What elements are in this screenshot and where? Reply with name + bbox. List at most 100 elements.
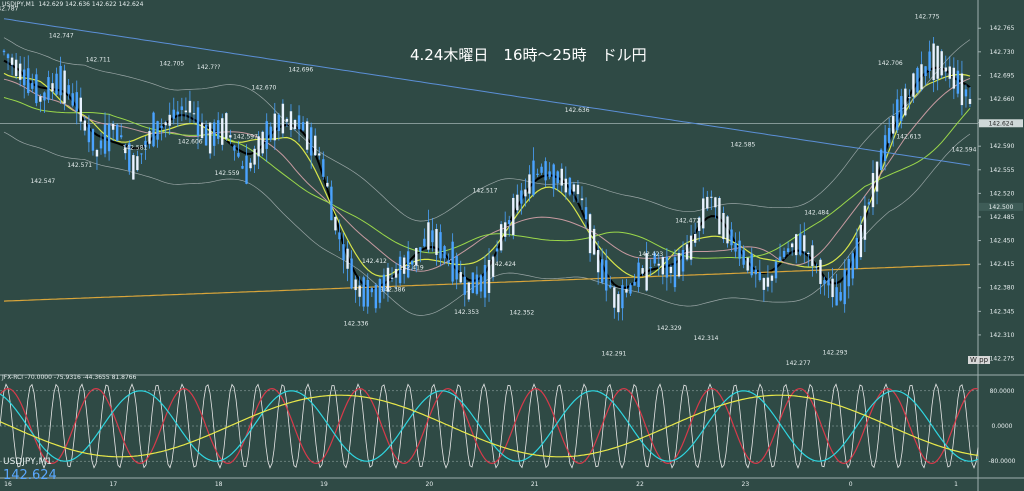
- candle-body: [305, 121, 309, 150]
- candle-body: [487, 259, 491, 293]
- candle-body: [27, 68, 30, 94]
- swing-price-label: 142.585: [731, 142, 756, 149]
- candle-body: [6, 54, 10, 59]
- candle-body: [928, 51, 931, 71]
- candle-body: [920, 64, 923, 90]
- candle-body: [912, 73, 915, 97]
- candle-body: [774, 261, 778, 279]
- candle-body: [350, 258, 353, 289]
- candle-body: [35, 74, 38, 104]
- candle-body: [770, 275, 774, 281]
- candle-body: [782, 250, 786, 258]
- candle-body: [738, 240, 741, 259]
- candle-body: [107, 123, 111, 152]
- candle-body: [742, 250, 745, 265]
- swing-price-label: 142.7??: [197, 64, 221, 71]
- candle-body: [875, 161, 879, 192]
- swing-price-label: 142.547: [30, 178, 55, 185]
- candle-body: [564, 178, 568, 193]
- bollinger-lower: [3, 131, 971, 316]
- candle-body: [718, 198, 721, 235]
- candle-body: [370, 288, 374, 293]
- swing-price-label: 142.314: [694, 335, 719, 342]
- price-tick-label: 142.485: [990, 214, 1015, 221]
- candle-body: [867, 202, 871, 205]
- swing-price-label: 142.581: [123, 144, 148, 151]
- candle-body: [447, 260, 450, 264]
- time-tick-label: 23: [742, 481, 750, 488]
- swing-price-label: 142.517: [473, 187, 498, 194]
- candle-body: [180, 106, 184, 110]
- candle-body: [471, 272, 475, 294]
- candle-body: [314, 135, 317, 156]
- candle-body: [261, 131, 264, 154]
- candle-body: [600, 259, 604, 283]
- candle-body: [746, 257, 749, 271]
- candle-body: [245, 155, 248, 184]
- time-tick-label: 1: [954, 481, 958, 488]
- rci-tick-label: -80.0000: [989, 458, 1016, 465]
- candle-body: [831, 278, 834, 298]
- candle-body: [318, 153, 321, 156]
- candle-body: [766, 277, 770, 287]
- candle-body: [152, 112, 155, 147]
- candle-body: [892, 116, 895, 134]
- candle-body: [750, 253, 753, 276]
- candle-body: [443, 246, 446, 259]
- candle-body: [609, 285, 612, 288]
- candle-body: [217, 120, 220, 139]
- candle-body: [520, 190, 523, 204]
- candle-body: [649, 267, 652, 269]
- candle-body: [83, 120, 87, 131]
- candle-body: [706, 196, 709, 209]
- candle-body: [803, 235, 806, 252]
- swing-price-label: 142.277: [786, 360, 811, 367]
- wpp-button[interactable]: W pp: [968, 356, 991, 364]
- candle-body: [843, 269, 846, 305]
- candle-body: [807, 252, 810, 255]
- candle-body: [164, 122, 167, 126]
- candle-body: [790, 243, 794, 248]
- swing-price-label: 142.696: [288, 67, 313, 74]
- candle-body: [503, 222, 507, 237]
- candle-body: [512, 197, 515, 235]
- candle-body: [633, 281, 636, 286]
- candle-body: [758, 272, 762, 281]
- candle-body: [786, 248, 790, 253]
- candle-body: [887, 127, 891, 144]
- candle-body: [467, 282, 471, 300]
- candle-body: [463, 276, 466, 295]
- candle-body: [669, 266, 673, 274]
- candle-body: [940, 51, 943, 76]
- time-tick-label: 21: [531, 481, 539, 488]
- candle-body: [693, 233, 697, 243]
- candle-body: [665, 256, 669, 278]
- swing-price-label: 142.423: [638, 251, 663, 258]
- candle-body: [592, 228, 596, 255]
- candle-body: [435, 228, 438, 255]
- candle-body: [568, 177, 572, 195]
- swing-price-label: 142.336: [344, 320, 369, 327]
- candle-body: [851, 253, 854, 279]
- price-axis: 142.765142.730142.695142.660142.625142.5…: [978, 25, 1023, 363]
- candle-body: [584, 207, 588, 220]
- symbol-label: USDJPY,M1: [3, 457, 52, 467]
- candle-body: [629, 284, 632, 294]
- swing-price-label: 142.705: [159, 61, 184, 68]
- candle-body: [334, 216, 337, 231]
- candle-body: [111, 123, 115, 130]
- candle-body: [55, 73, 58, 95]
- rci-oscillator: 80.0000 0.0000 -80.0000: [0, 383, 1016, 469]
- price-tick-label: 142.380: [990, 285, 1015, 292]
- candle-body: [459, 272, 462, 283]
- chart-title: 4.24木曜日 16時～25時 ドル円: [410, 46, 647, 64]
- candle-body: [617, 294, 620, 313]
- price-tick-label: 142.660: [990, 96, 1015, 103]
- candle-body: [43, 92, 46, 101]
- candle-body: [192, 113, 196, 115]
- candle-body: [730, 229, 733, 246]
- candle-body: [208, 122, 212, 154]
- candle-body: [51, 83, 54, 92]
- candle-body: [419, 247, 422, 252]
- candle-body: [863, 205, 867, 240]
